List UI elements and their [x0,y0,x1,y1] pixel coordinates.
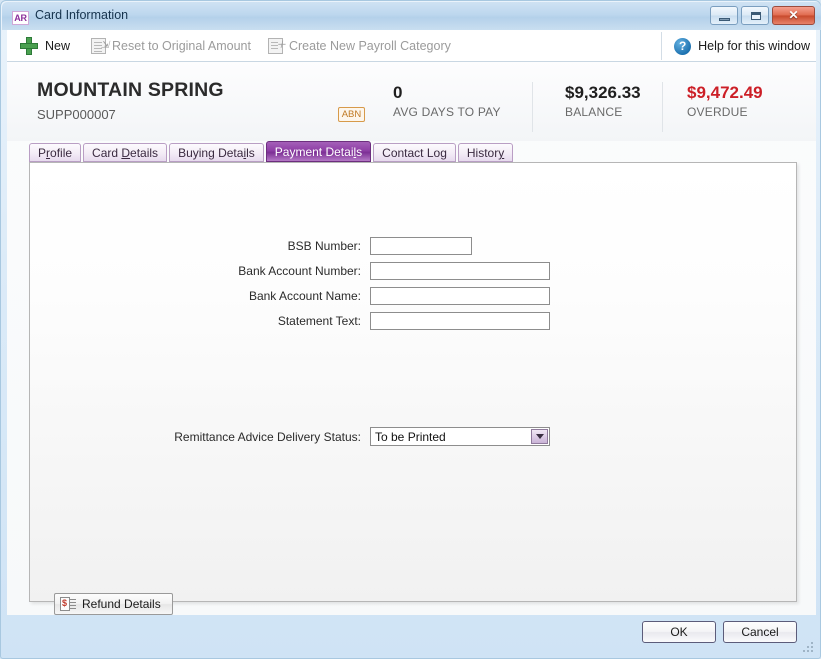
statement-text-label: Statement Text: [30,314,370,328]
reset-icon: ⇲ [91,38,106,54]
maximize-icon [751,12,761,20]
close-icon: ✕ [773,7,814,24]
payment-details-panel: BSB Number: Bank Account Number: Bank Ac… [29,162,797,602]
tab-profile[interactable]: Profile [29,143,81,162]
help-for-this-window-button[interactable]: ? Help for this window [661,32,810,60]
create-new-payroll-category-button[interactable]: ＋ Create New Payroll Category [264,32,460,60]
refund-details-button[interactable]: $ Refund Details [54,593,173,615]
cancel-button[interactable]: Cancel [723,621,797,643]
stat-avg-days-to-pay: 0 AVG DAYS TO PAY [377,82,501,119]
card-header: MOUNTAIN SPRING SUPP000007 0 AVG DAYS TO… [7,62,816,141]
refund-document-icon: $ [60,596,75,612]
chevron-down-icon[interactable] [531,429,548,444]
bank-account-name-label: Bank Account Name: [30,289,370,303]
bank-account-number-input[interactable] [370,262,550,280]
field-row-bank-account-name: Bank Account Name: [30,287,558,305]
maximize-button[interactable] [741,6,769,25]
bank-account-number-label: Bank Account Number: [30,264,370,278]
reset-button-label: Reset to Original Amount [112,39,251,53]
stat-balance: $9,326.33 BALANCE [532,82,641,132]
tab-contact-log[interactable]: Contact Log [373,143,456,162]
bank-account-name-input[interactable] [370,287,550,305]
ok-button[interactable]: OK [642,621,716,643]
card-name: MOUNTAIN SPRING [37,79,224,102]
minimize-icon [719,18,730,21]
window-controls: ✕ [710,6,815,25]
tab-payment-details[interactable]: Payment Details [266,141,371,162]
overdue-label: OVERDUE [679,105,763,119]
remittance-status-value: To be Printed [371,430,446,444]
tab-bar: Profile Card Details Buying Details Paym… [29,141,515,162]
toolbar: New ⇲ Reset to Original Amount ＋ Create … [7,30,816,62]
new-button[interactable]: New [15,32,79,60]
field-row-bsb: BSB Number: [30,237,558,255]
field-row-remittance: Remittance Advice Delivery Status: To be… [30,427,558,446]
bsb-number-input[interactable] [370,237,472,255]
overdue-value: $9,472.49 [679,82,763,103]
create-payroll-button-label: Create New Payroll Category [289,39,451,53]
abn-badge: ABN [338,107,365,122]
minimize-button[interactable] [710,6,738,25]
app-icon: AR [12,11,29,25]
tab-card-details[interactable]: Card Details [83,143,167,162]
field-row-bank-account-number: Bank Account Number: [30,262,558,280]
stat-overdue: $9,472.49 OVERDUE [662,82,763,132]
resize-grip[interactable] [803,642,814,653]
help-icon: ? [674,38,691,55]
reset-to-original-amount-button[interactable]: ⇲ Reset to Original Amount [87,32,260,60]
title-bar: AR Card Information ✕ [2,2,821,30]
card-id: SUPP000007 [37,107,116,122]
balance-value: $9,326.33 [549,82,641,103]
client-area: MOUNTAIN SPRING SUPP000007 0 AVG DAYS TO… [7,62,816,615]
close-button[interactable]: ✕ [772,6,815,25]
statement-text-input[interactable] [370,312,550,330]
remittance-status-label: Remittance Advice Delivery Status: [30,430,370,444]
plus-icon [19,36,39,56]
new-document-icon: ＋ [268,38,283,54]
avg-days-value: 0 [393,82,501,103]
refund-details-label: Refund Details [82,597,161,611]
new-button-label: New [45,39,70,53]
card-information-window: AR Card Information ✕ New ⇲ Reset to Ori… [0,0,821,659]
balance-label: BALANCE [549,105,641,119]
help-label: Help for this window [698,39,810,53]
field-row-statement-text: Statement Text: [30,312,558,330]
avg-days-label: AVG DAYS TO PAY [393,105,501,119]
bsb-number-label: BSB Number: [30,239,370,253]
tab-history[interactable]: History [458,143,513,162]
remittance-status-select[interactable]: To be Printed [370,427,550,446]
window-title: Card Information [35,8,128,22]
tab-buying-details[interactable]: Buying Details [169,143,264,162]
